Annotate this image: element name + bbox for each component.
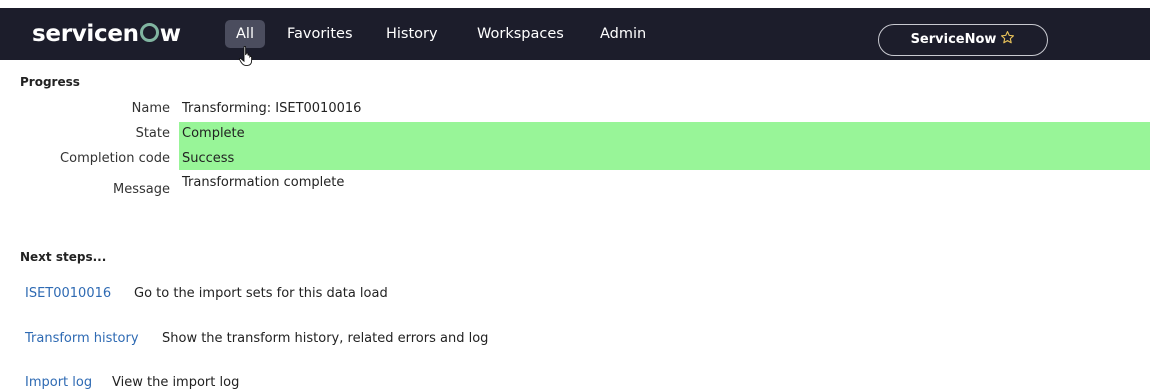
- servicenow-logo[interactable]: servicen w: [32, 20, 181, 48]
- name-value: Transforming: ISET0010016: [182, 101, 362, 116]
- import-set-description: Go to the import sets for this data load: [134, 286, 388, 301]
- message-label: Message: [113, 182, 170, 197]
- import-log-link[interactable]: Import log: [25, 375, 92, 390]
- progress-section-title: Progress: [20, 75, 80, 89]
- nav-history-tab[interactable]: History: [386, 20, 438, 48]
- top-spacer: [0, 0, 1150, 8]
- state-highlight: [179, 122, 1150, 146]
- nav-workspaces-tab[interactable]: Workspaces: [477, 20, 564, 48]
- import-log-description: View the import log: [112, 375, 240, 390]
- completion-code-label: Completion code: [60, 151, 170, 166]
- message-value: Transformation complete: [182, 175, 345, 190]
- state-label: State: [135, 126, 170, 141]
- completion-code-value: Success: [182, 151, 235, 166]
- logo-text-end: w: [159, 21, 181, 47]
- logo-o-icon: [139, 23, 159, 42]
- instance-switcher-button[interactable]: ServiceNow: [878, 24, 1048, 56]
- star-icon[interactable]: [1000, 30, 1015, 45]
- state-value: Complete: [182, 126, 245, 141]
- logo-text-start: servicen: [32, 21, 139, 47]
- hand-cursor-icon: [239, 46, 253, 66]
- next-steps-title: Next steps...: [20, 250, 107, 264]
- nav-admin-tab[interactable]: Admin: [600, 20, 646, 48]
- nav-favorites-tab[interactable]: Favorites: [287, 20, 353, 48]
- instance-label: ServiceNow: [910, 32, 997, 47]
- transform-history-link[interactable]: Transform history: [25, 331, 139, 346]
- name-label: Name: [131, 101, 170, 116]
- top-navbar: servicen w All Favorites History Workspac…: [0, 8, 1150, 66]
- nav-all-tab[interactable]: All: [225, 20, 265, 48]
- import-set-link[interactable]: ISET0010016: [25, 286, 111, 301]
- completion-code-highlight: [179, 146, 1150, 170]
- transform-history-description: Show the transform history, related erro…: [162, 331, 489, 346]
